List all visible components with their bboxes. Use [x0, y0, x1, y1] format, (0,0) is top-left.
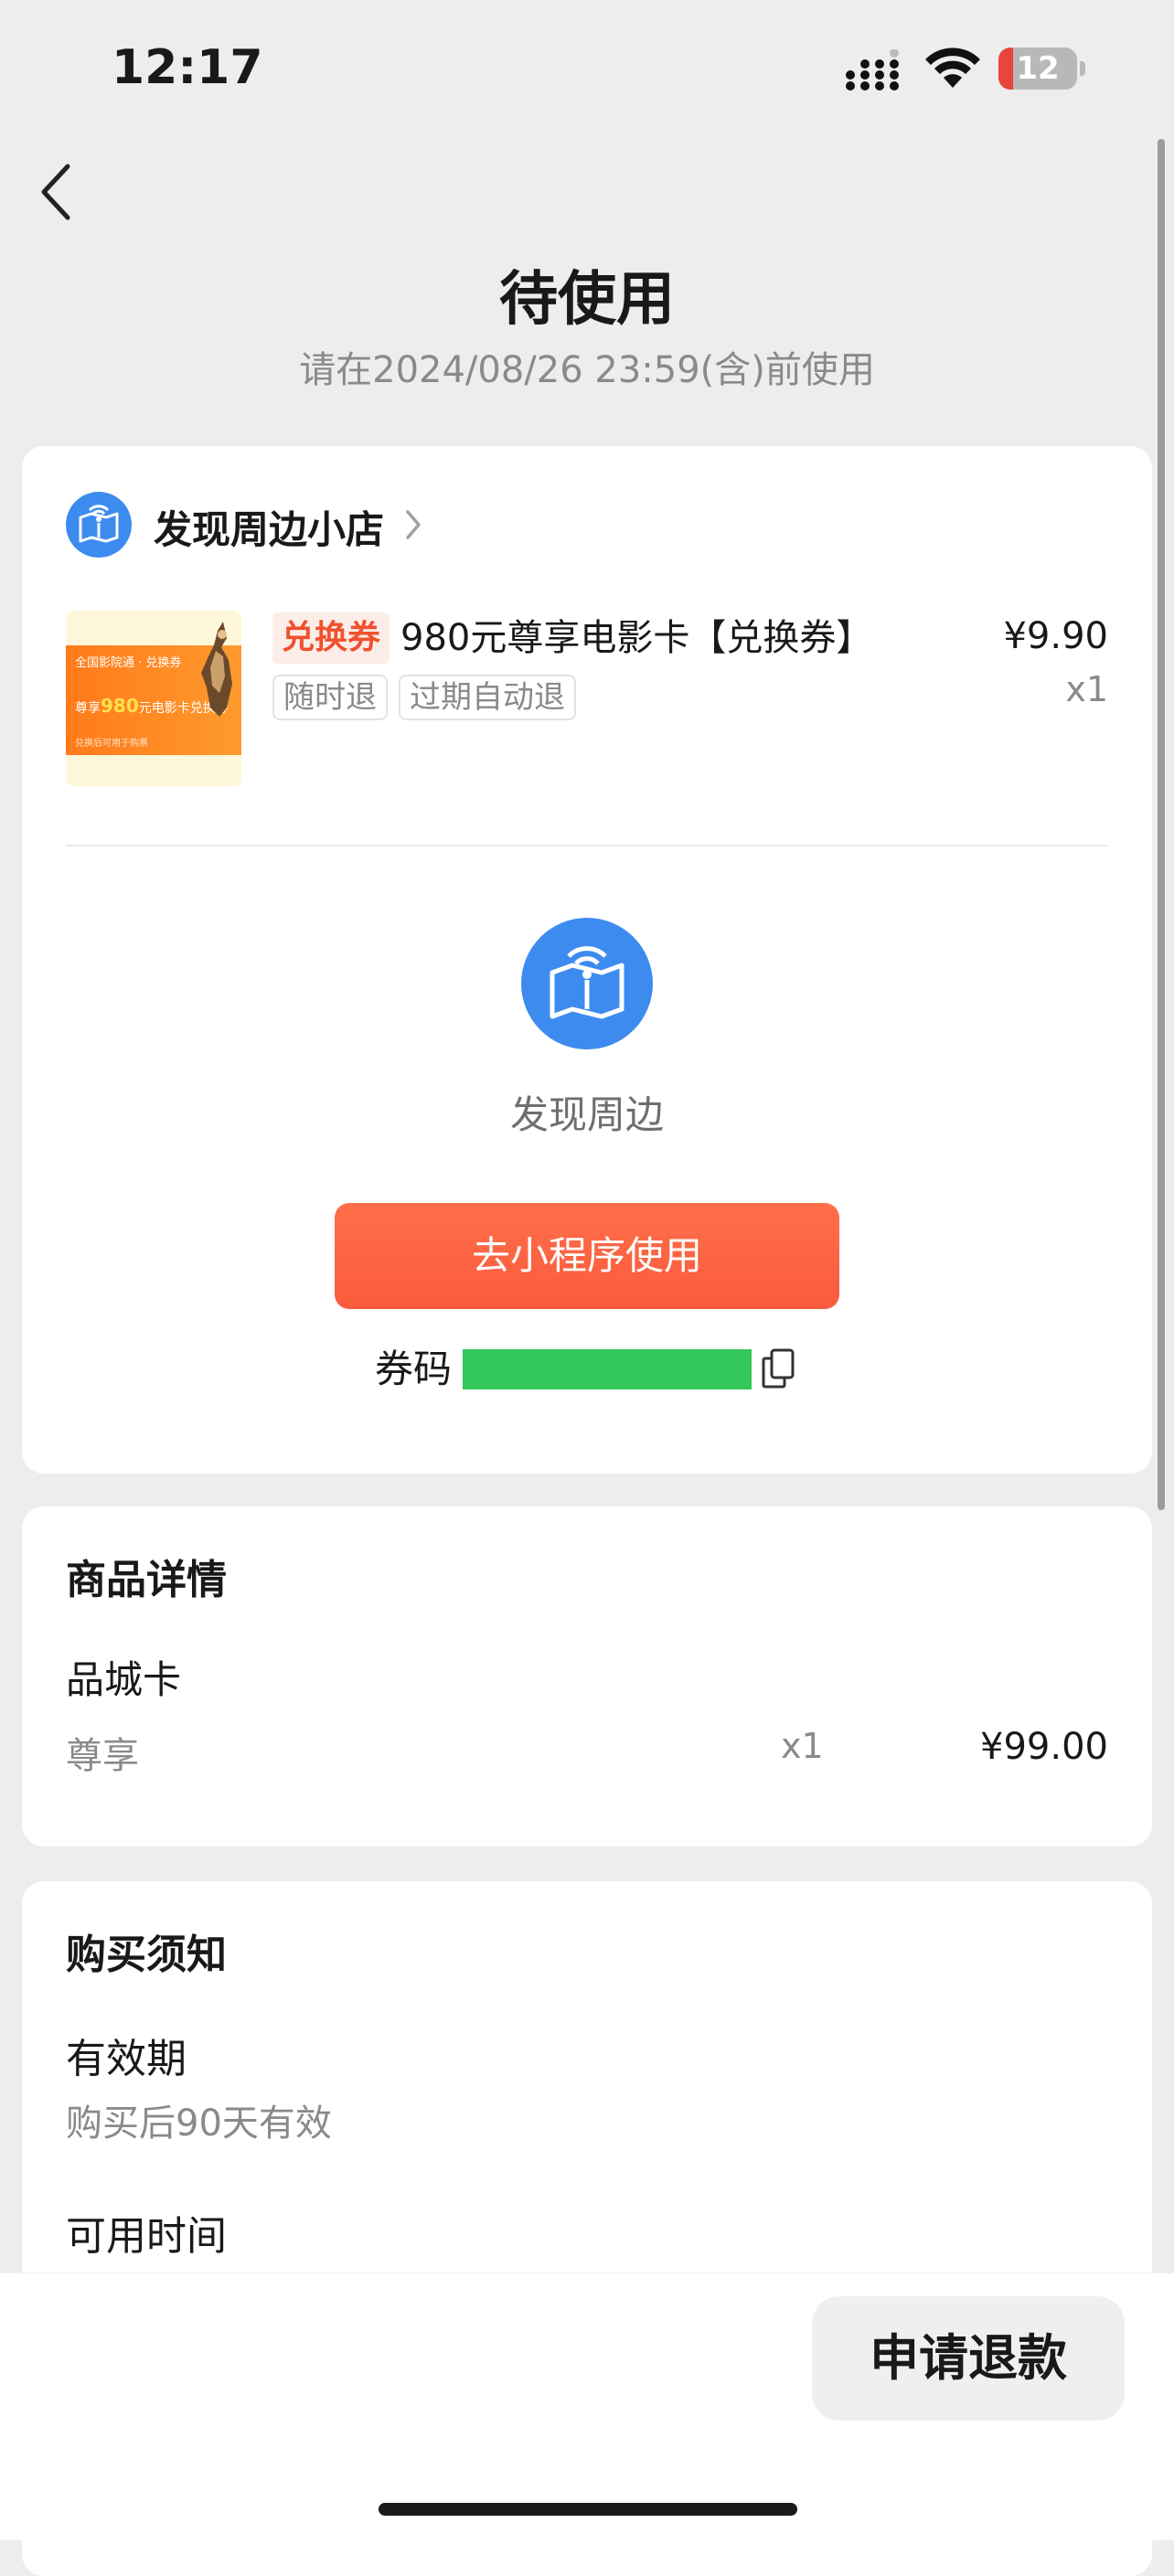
product-name[interactable]: 980元尊享电影卡【兑换券】	[400, 612, 872, 664]
status-time: 12:17	[112, 40, 263, 95]
divider	[66, 845, 1108, 846]
shop-logo-icon[interactable]	[66, 492, 132, 558]
use-in-miniprogram-button[interactable]: 去小程序使用	[335, 1203, 839, 1309]
auto-refund-tag: 过期自动退	[399, 675, 576, 720]
details-item-name: 品城卡	[66, 1657, 182, 1702]
wifi-icon	[925, 48, 980, 88]
product-quantity: x1	[1065, 669, 1108, 709]
shop-name[interactable]: 发现周边小店	[154, 499, 384, 555]
product-thumbnail[interactable]: 全国影院通 · 兑换券 尊享980元电影卡兑换券 兑换后可用于购票	[66, 611, 241, 786]
provider-logo-icon	[521, 918, 653, 1049]
page-subtitle: 请在2024/08/26 23:59(含)前使用	[299, 349, 875, 391]
movie-character-figure	[201, 622, 232, 717]
validity-heading: 有效期	[66, 2036, 187, 2082]
page-title: 待使用	[499, 266, 675, 334]
available-time-heading: 可用时间	[66, 2213, 227, 2260]
back-chevron-icon[interactable]	[27, 155, 82, 229]
coupon-code-redacted	[463, 1349, 752, 1389]
validity-value: 购买后90天有效	[66, 2102, 332, 2145]
copy-icon[interactable]	[761, 1347, 795, 1389]
refund-anytime-tag: 随时退	[272, 675, 388, 720]
details-item-spec: 尊享	[66, 1735, 139, 1777]
thumb-line3: 兑换后可用于购票	[75, 739, 148, 749]
request-refund-button[interactable]: 申请退款	[812, 2296, 1125, 2421]
details-item-price: ¥99.00	[980, 1726, 1108, 1768]
scrollbar[interactable]	[1158, 139, 1165, 1510]
coupon-type-tag: 兑换券	[272, 612, 390, 664]
provider-label: 发现周边	[509, 1092, 664, 1137]
chevron-right-icon[interactable]	[402, 506, 424, 543]
details-item-qty: x1	[781, 1726, 824, 1766]
battery-level: 12	[1016, 50, 1060, 87]
product-details-title: 商品详情	[66, 1557, 227, 1603]
coupon-code-label: 券码	[375, 1347, 453, 1391]
cellular-signal-icon	[846, 49, 899, 90]
purchase-notice-title: 购买须知	[66, 1932, 227, 1978]
home-indicator[interactable]	[379, 2503, 797, 2516]
product-price: ¥9.90	[1003, 615, 1108, 657]
thumb-line1: 全国影院通 · 兑换券	[75, 656, 182, 670]
battery-icon: 12	[998, 48, 1090, 90]
